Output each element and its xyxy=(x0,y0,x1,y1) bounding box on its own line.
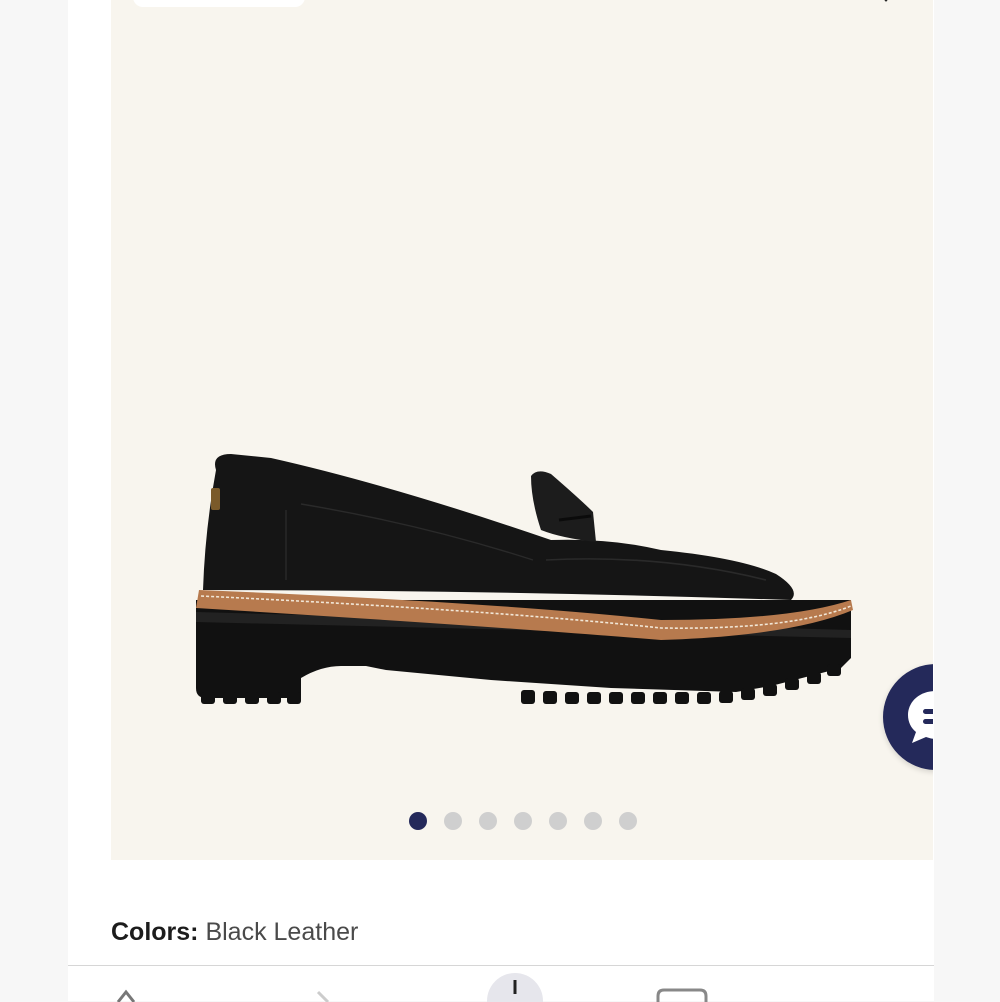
wishlist-icon[interactable] xyxy=(877,0,895,6)
browser-toolbar xyxy=(68,965,934,1002)
product-image-gallery[interactable] xyxy=(111,0,933,860)
gallery-dot[interactable] xyxy=(619,812,637,830)
gallery-dot[interactable] xyxy=(444,812,462,830)
gallery-dot[interactable] xyxy=(479,812,497,830)
gallery-dot[interactable] xyxy=(549,812,567,830)
loafer-product-image xyxy=(196,454,853,704)
gallery-dot[interactable] xyxy=(514,812,532,830)
color-selection: Colors: Black Leather xyxy=(111,918,358,947)
gallery-dot[interactable] xyxy=(584,812,602,830)
colors-label: Colors: xyxy=(111,918,199,946)
gallery-dot[interactable] xyxy=(409,812,427,830)
share-icon[interactable] xyxy=(486,972,544,1002)
chat-button[interactable] xyxy=(883,664,933,770)
color-value: Black Leather xyxy=(205,918,359,946)
chat-bubble-icon xyxy=(908,691,933,743)
gallery-pagination xyxy=(409,812,637,832)
top-badge xyxy=(133,0,305,7)
